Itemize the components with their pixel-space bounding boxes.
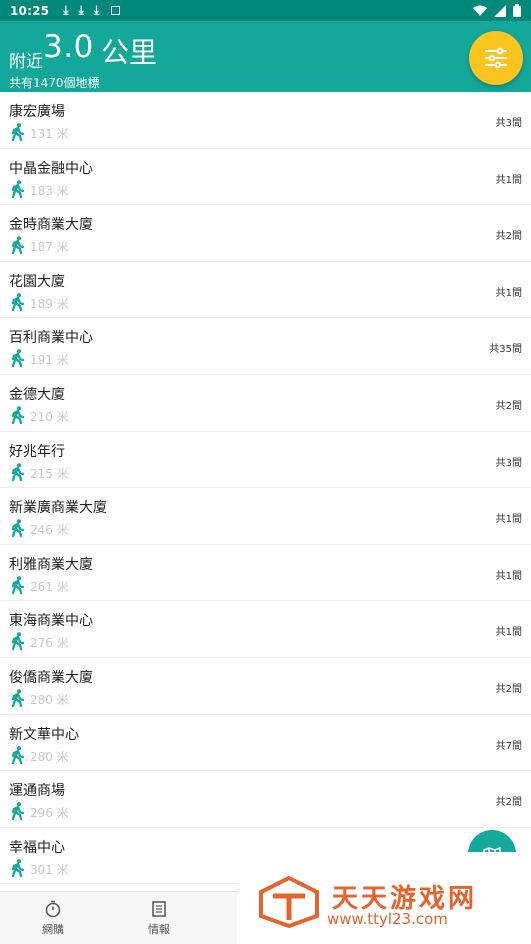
place-name: 東海商業中心 <box>9 613 93 630</box>
list-item[interactable]: 俊僑商業大廈 280 米 共2間 <box>0 657 531 715</box>
shop-count: 共3間 <box>495 118 522 129</box>
place-name: 金時商業大廈 <box>9 217 93 234</box>
place-name: 好兆年行 <box>9 443 65 460</box>
nav-item-news[interactable]: 情報 <box>106 892 212 944</box>
place-name: 利雅商業大廈 <box>9 556 93 573</box>
watermark-url: www.ttyl23.com <box>327 910 448 928</box>
shop-count: 共1間 <box>495 174 522 186</box>
walking-person-icon <box>11 462 25 481</box>
place-distance: 280 米 <box>30 692 69 707</box>
list-item[interactable]: 百利商業中心 191 米 共35間 <box>0 318 531 375</box>
watermark-logo <box>259 876 319 928</box>
download-icon: ⤓ <box>78 3 84 17</box>
landmark-count: 共有1470個地標 <box>9 76 100 90</box>
shop-count: 共2間 <box>495 683 522 695</box>
shop-count: 共7間 <box>495 740 522 752</box>
newspaper-icon <box>152 900 166 917</box>
list-item[interactable]: 好兆年行 215 米 共3間 <box>0 431 531 489</box>
nav-label: 網購 <box>42 922 64 936</box>
wifi-icon <box>473 5 487 16</box>
shop-count: 共1間 <box>495 627 522 639</box>
walking-person-icon <box>11 802 25 821</box>
place-distance: 215 米 <box>30 466 69 481</box>
place-distance: 296 米 <box>30 806 69 821</box>
watermark: 天天游戏网 www.ttyl23.com <box>237 852 531 944</box>
place-distance: 261 米 <box>30 579 69 594</box>
place-distance: 191 米 <box>30 353 69 368</box>
place-distance: 187 米 <box>30 240 69 255</box>
list-item[interactable]: 花園大廈 189 米 共1間 <box>0 261 531 319</box>
list-item[interactable]: 利雅商業大廈 261 米 共1間 <box>0 544 531 602</box>
header: 附近 3.0 公里 共有1470個地標 <box>0 21 531 92</box>
list-item[interactable]: 金時商業大廈 187 米 共2間 <box>0 205 531 262</box>
place-distance: 301 米 <box>30 862 69 877</box>
status-bar: 10:25 ⤓ ⤓ ⤓ <box>0 0 531 21</box>
shop-count: 共2間 <box>495 400 522 412</box>
shop-count: 共3間 <box>495 457 522 469</box>
walking-person-icon <box>11 349 25 368</box>
list-item[interactable]: 新業廣商業大廈 246 米 共1間 <box>0 488 531 545</box>
walking-person-icon <box>11 632 25 651</box>
shop-count: 共1間 <box>495 570 522 582</box>
download-icon: ⤓ <box>63 3 69 17</box>
list-item[interactable]: 金德大廈 210 米 共2間 <box>0 374 531 432</box>
distance-value: 3.0 <box>43 29 94 65</box>
place-name: 運通商場 <box>9 783 65 800</box>
status-time: 10:25 <box>10 3 50 18</box>
place-name: 百利商業中心 <box>9 330 93 347</box>
walking-person-icon <box>11 406 25 424</box>
place-name: 幸福中心 <box>9 839 65 856</box>
place-distance: 280 米 <box>30 749 69 764</box>
walking-person-icon <box>11 123 25 141</box>
near-label: 附近 <box>9 52 43 72</box>
place-name: 花園大廈 <box>9 273 65 290</box>
place-distance: 210 米 <box>30 409 69 424</box>
place-name: 新文華中心 <box>9 726 79 743</box>
bottom-nav: 網購 情報 <box>0 891 237 944</box>
place-name: 金德大廈 <box>9 386 65 403</box>
signal-icon <box>494 4 506 17</box>
place-name: 康宏廣場 <box>9 104 65 120</box>
place-distance: 246 米 <box>30 523 69 538</box>
place-distance: 183 米 <box>30 183 69 198</box>
download-icon: ⤓ <box>93 3 100 17</box>
list-item[interactable]: 中晶金融中心 183 米 共1間 <box>0 148 531 206</box>
shop-count: 共1間 <box>495 514 522 526</box>
nav-item-shopping[interactable]: 網購 <box>0 892 106 944</box>
walking-person-icon <box>11 236 25 255</box>
walking-person-icon <box>11 859 25 877</box>
list-item[interactable]: 運通商場 296 米 共2間 <box>0 771 531 828</box>
distance-unit: 公里 <box>101 36 158 69</box>
walking-person-icon <box>11 179 25 198</box>
stopwatch-icon <box>45 900 61 917</box>
filter-icon <box>485 47 507 69</box>
place-name: 新業廣商業大廈 <box>9 500 107 517</box>
filter-button[interactable] <box>469 31 523 85</box>
place-distance: 276 米 <box>30 636 69 651</box>
place-distance: 131 米 <box>30 127 69 141</box>
battery-icon <box>513 4 521 17</box>
place-name: 俊僑商業大廈 <box>9 669 93 686</box>
place-name: 中晶金融中心 <box>9 160 93 177</box>
nav-label: 情報 <box>148 922 170 936</box>
place-distance: 189 米 <box>30 296 69 311</box>
shop-count: 共2間 <box>495 231 522 243</box>
list-item[interactable]: 新文華中心 280 米 共7間 <box>0 714 531 772</box>
shop-count: 共1間 <box>495 287 522 299</box>
shop-count: 共2間 <box>495 797 522 809</box>
image-icon <box>111 6 121 15</box>
place-list: 康宏廣場 131 米 共3間 中晶金融中心 183 米 共1間 金時商業大廈 1… <box>0 92 531 885</box>
walking-person-icon <box>11 745 25 764</box>
shop-count: 共35間 <box>489 344 522 356</box>
walking-person-icon <box>11 519 25 538</box>
list-item[interactable]: 東海商業中心 276 米 共1間 <box>0 601 531 658</box>
walking-person-icon <box>11 689 25 707</box>
list-item[interactable]: 康宏廣場 131 米 共3間 <box>0 92 531 149</box>
walking-person-icon <box>11 576 25 594</box>
walking-person-icon <box>11 293 25 311</box>
